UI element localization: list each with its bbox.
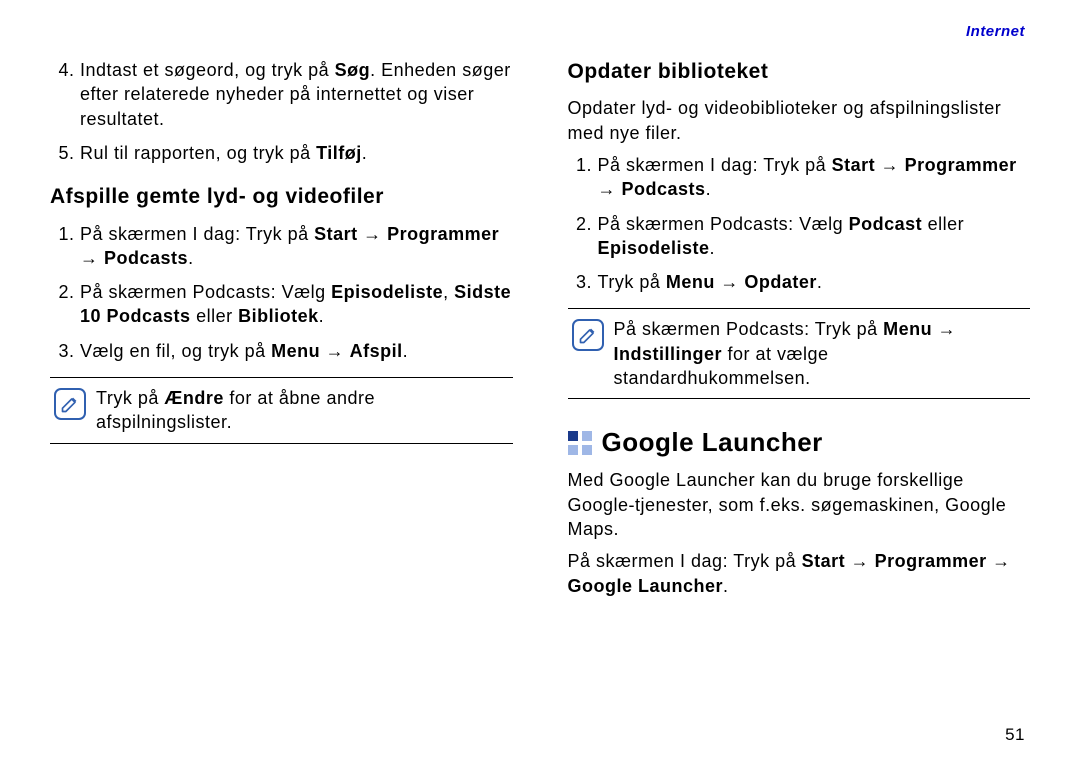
text: På skærmen I dag: Tryk på <box>568 551 802 571</box>
text: På skærmen I dag: Tryk på <box>598 155 832 175</box>
bold-text: Start <box>832 155 876 175</box>
subheading: Afspille gemte lyd- og videofiler <box>50 183 513 211</box>
squares-icon <box>568 431 592 455</box>
subheading: Opdater biblioteket <box>568 58 1031 86</box>
bold-text: Tilføj <box>316 143 362 163</box>
note-box: Tryk på Ændre for at åbne andre afspilni… <box>50 377 513 444</box>
text: , <box>443 282 454 302</box>
arrow-icon: → <box>80 248 104 268</box>
bold-text: Episodeliste <box>331 282 443 302</box>
list-item: På skærmen I dag: Tryk på Start → Progra… <box>80 222 513 271</box>
text: Rul til rapporten, og tryk på <box>80 143 316 163</box>
note-box: På skærmen Podcasts: Tryk på Menu → Inds… <box>568 308 1031 399</box>
paragraph: Med Google Launcher kan du bruge forskel… <box>568 468 1031 541</box>
list-item: Indtast et søgeord, og tryk på Søg. Enhe… <box>80 58 513 131</box>
note-text: På skærmen Podcasts: Tryk på Menu → Inds… <box>614 317 1027 390</box>
arrow-icon: → <box>320 341 350 361</box>
note-text: Tryk på Ændre for at åbne andre afspilni… <box>96 386 509 435</box>
bold-text: Afspil <box>350 341 403 361</box>
bold-text: Indstillinger <box>614 344 723 364</box>
text: . <box>362 143 368 163</box>
bold-text: Menu <box>883 319 932 339</box>
note-icon <box>54 388 86 420</box>
paragraph: På skærmen I dag: Tryk på Start → Progra… <box>568 549 1031 598</box>
text: På skærmen I dag: Tryk på <box>80 224 314 244</box>
text: Tryk på <box>96 388 164 408</box>
text: eller <box>191 306 239 326</box>
heading-text: Google Launcher <box>602 425 823 460</box>
ordered-list: På skærmen I dag: Tryk på Start → Progra… <box>568 153 1031 294</box>
note-icon <box>572 319 604 351</box>
bold-text: Bibliotek <box>238 306 319 326</box>
bold-text: Start <box>314 224 358 244</box>
bold-text: Google Launcher <box>568 576 724 596</box>
bold-text: Programmer <box>905 155 1017 175</box>
ordered-list-continued: Indtast et søgeord, og tryk på Søg. Enhe… <box>50 58 513 165</box>
text: . <box>706 179 712 199</box>
bold-text: Programmer <box>387 224 499 244</box>
bold-text: Menu <box>271 341 320 361</box>
text: . <box>710 238 716 258</box>
page-number: 51 <box>1005 724 1025 747</box>
bold-text: Programmer <box>875 551 987 571</box>
arrow-icon: → <box>875 155 905 175</box>
text: . <box>319 306 325 326</box>
bold-text: Start <box>802 551 846 571</box>
bold-text: Opdater <box>744 272 817 292</box>
text: På skærmen Podcasts: Vælg <box>80 282 331 302</box>
bold-text: Episodeliste <box>598 238 710 258</box>
arrow-icon: → <box>987 551 1011 571</box>
list-item: På skærmen I dag: Tryk på Start → Progra… <box>598 153 1031 202</box>
list-item: Tryk på Menu → Opdater. <box>598 270 1031 294</box>
left-column: Indtast et søgeord, og tryk på Søg. Enhe… <box>50 58 513 606</box>
section-heading: Google Launcher <box>568 425 1031 460</box>
text: På skærmen Podcasts: Tryk på <box>614 319 884 339</box>
text: Indtast et søgeord, og tryk på <box>80 60 335 80</box>
section-header: Internet <box>966 22 1025 42</box>
arrow-icon: → <box>932 319 956 339</box>
right-column: Opdater biblioteket Opdater lyd- og vide… <box>568 58 1031 606</box>
bold-text: Podcasts <box>622 179 706 199</box>
arrow-icon: → <box>845 551 875 571</box>
arrow-icon: → <box>715 272 745 292</box>
arrow-icon: → <box>358 224 388 244</box>
text: Tryk på <box>598 272 666 292</box>
bold-text: Podcasts <box>104 248 188 268</box>
list-item: Rul til rapporten, og tryk på Tilføj. <box>80 141 513 165</box>
text: Vælg en fil, og tryk på <box>80 341 271 361</box>
text: eller <box>922 214 964 234</box>
list-item: Vælg en fil, og tryk på Menu → Afspil. <box>80 339 513 363</box>
bold-text: Podcast <box>849 214 923 234</box>
list-item: På skærmen Podcasts: Vælg Podcast eller … <box>598 212 1031 261</box>
list-item: På skærmen Podcasts: Vælg Episodeliste, … <box>80 280 513 329</box>
bold-text: Ændre <box>164 388 224 408</box>
text: . <box>403 341 409 361</box>
arrow-icon: → <box>598 179 622 199</box>
paragraph: Opdater lyd- og videobiblioteker og afsp… <box>568 96 1031 145</box>
text: . <box>723 576 729 596</box>
ordered-list: På skærmen I dag: Tryk på Start → Progra… <box>50 222 513 363</box>
text: . <box>188 248 194 268</box>
text: . <box>817 272 823 292</box>
bold-text: Menu <box>666 272 715 292</box>
bold-text: Søg <box>335 60 371 80</box>
text: På skærmen Podcasts: Vælg <box>598 214 849 234</box>
two-column-layout: Indtast et søgeord, og tryk på Søg. Enhe… <box>50 58 1030 606</box>
